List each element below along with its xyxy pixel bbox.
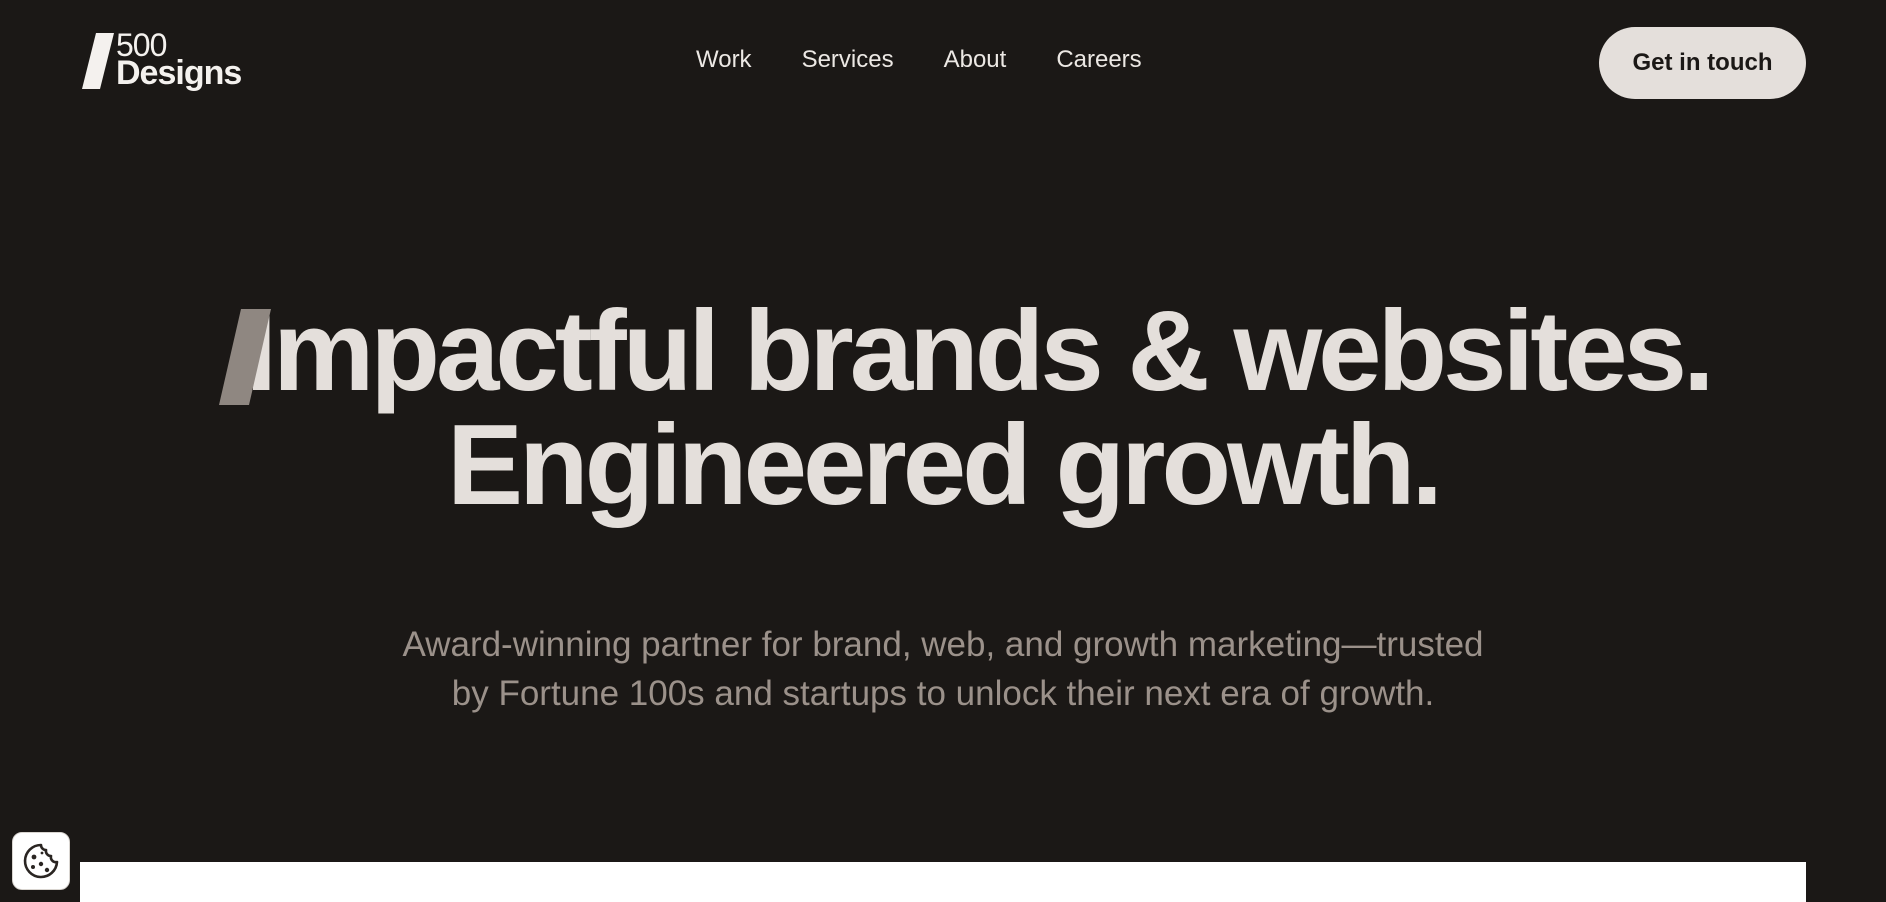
hero-headline-line-1: Impactful brands & websites. [0,295,1886,409]
get-in-touch-button[interactable]: Get in touch [1599,27,1806,99]
nav-link-careers[interactable]: Careers [1056,46,1141,74]
hero: Impactful brands & websites. Engineered … [0,295,1886,523]
hero-subtitle: Award-winning partner for brand, web, an… [0,620,1886,718]
cookie-settings-button[interactable] [12,832,70,890]
hero-headline-text-1: Impactful brands & websites. [245,288,1714,415]
nav-link-services[interactable]: Services [802,46,894,74]
hero-subtitle-line-1: Award-winning partner for brand, web, an… [402,625,1484,664]
site-header: 500 Designs Work Services About Careers … [0,0,1886,125]
nav-link-about[interactable]: About [944,46,1007,74]
cookie-icon [23,843,59,879]
nav-link-work[interactable]: Work [696,46,752,74]
page: 500 Designs Work Services About Careers … [0,0,1886,902]
logo-link[interactable]: 500 Designs [80,29,255,92]
hero-subtitle-line-2: by Fortune 100s and startups to unlock t… [451,674,1435,713]
hero-headline-line-2: Engineered growth. [446,402,1443,529]
logo-slash-icon [82,33,114,89]
logo-wordmark: Designs [116,54,242,92]
hero-headline: Impactful brands & websites. Engineered … [0,295,1886,523]
content-panel [80,862,1806,902]
main-nav: Work Services About Careers [696,46,1142,74]
slash-icon [219,309,271,405]
